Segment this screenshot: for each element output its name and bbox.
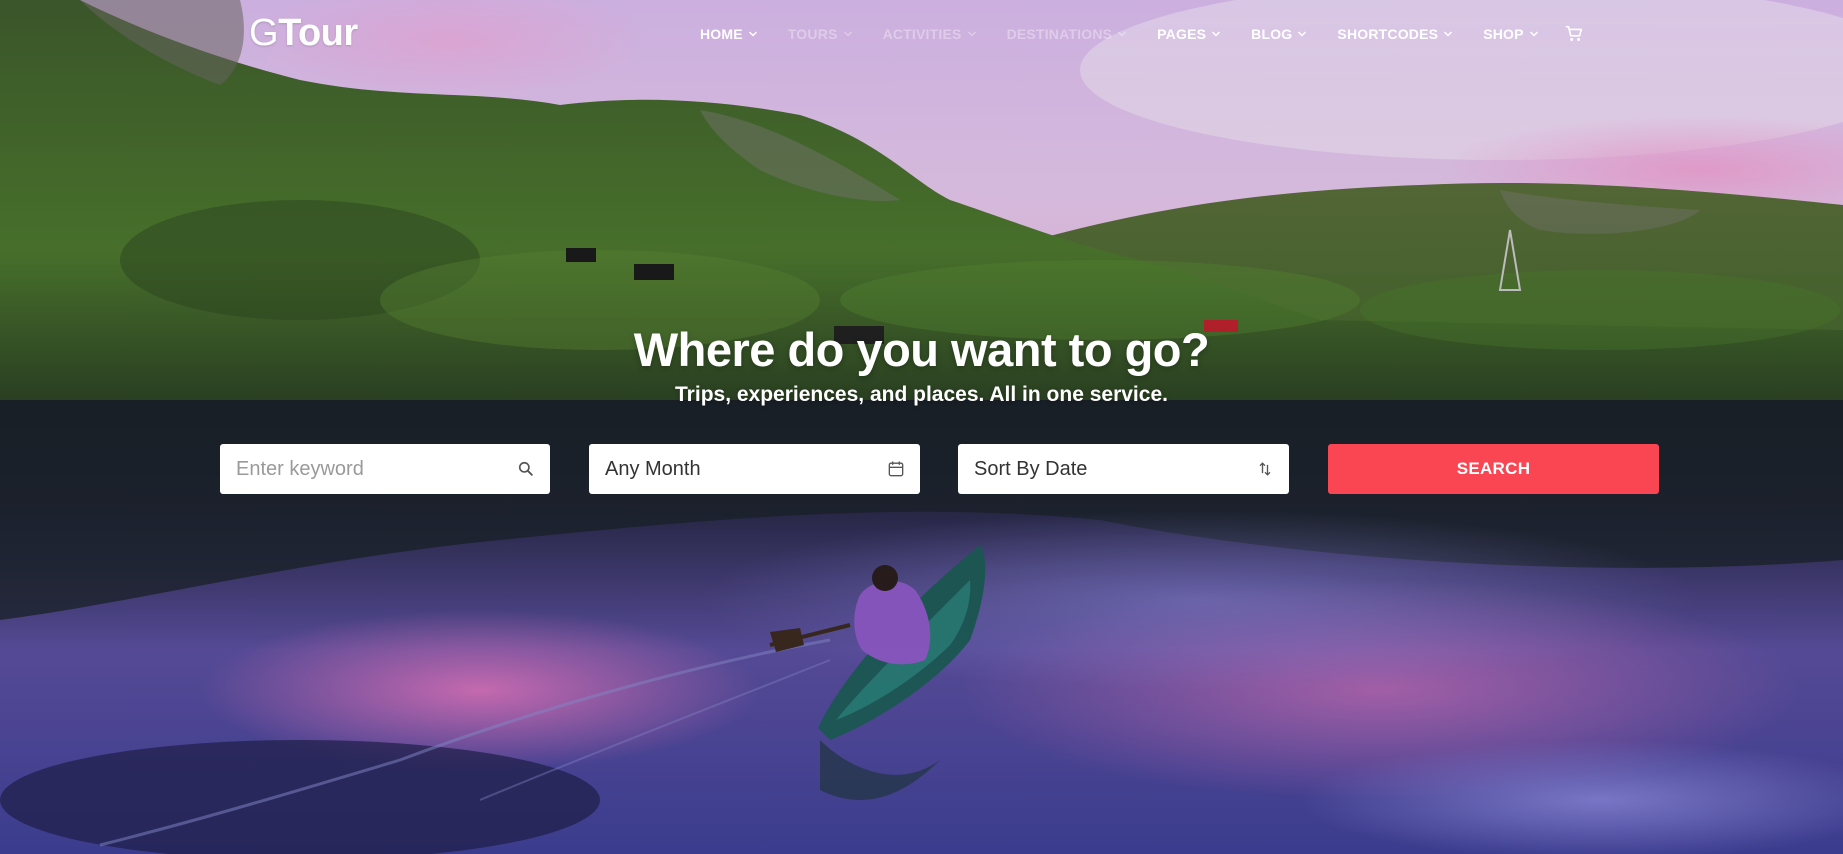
logo-text: Tour	[278, 12, 358, 54]
hero-subline: Trips, experiences, and places. All in o…	[675, 383, 1168, 406]
nav-item-pages[interactable]: PAGES	[1157, 26, 1221, 42]
chevron-down-icon	[748, 31, 757, 37]
logo-letter: G	[249, 12, 279, 54]
nav-item-label: PAGES	[1157, 26, 1207, 42]
nav-item-home[interactable]: HOME	[700, 26, 758, 42]
search-button[interactable]: SEARCH	[1328, 444, 1659, 494]
chevron-down-icon	[1444, 31, 1453, 37]
nav-item-shop[interactable]: SHOP	[1483, 26, 1538, 42]
keyword-field[interactable]	[220, 444, 550, 494]
keyword-input[interactable]	[236, 457, 516, 481]
nav-item-label: ACTIVITIES	[882, 26, 962, 42]
nav-item-label: SHORTCODES	[1337, 26, 1439, 42]
chevron-down-icon	[1118, 31, 1127, 37]
chevron-down-icon	[843, 31, 852, 37]
hero-section: GTour HOME TOURS ACTIVITIES DESTINATIONS PAG…	[0, 0, 1843, 854]
nav-item-destinations[interactable]: DESTINATIONS	[1007, 26, 1128, 42]
main-nav: HOME TOURS ACTIVITIES DESTINATIONS PAGES BLOG…	[700, 24, 1585, 44]
nav-item-activities[interactable]: ACTIVITIES	[883, 26, 977, 42]
sort-icon	[1259, 462, 1271, 476]
site-logo[interactable]: GTour	[249, 12, 358, 54]
nav-item-label: SHOP	[1483, 26, 1524, 42]
month-select-value: Any Month	[605, 457, 701, 480]
nav-item-blog[interactable]: BLOG	[1251, 26, 1307, 42]
month-select[interactable]: Any Month	[589, 444, 920, 494]
cart-icon[interactable]	[1563, 23, 1585, 45]
search-icon[interactable]	[516, 459, 536, 479]
nav-item-label: DESTINATIONS	[1006, 26, 1113, 42]
nav-item-label: BLOG	[1251, 26, 1293, 42]
nav-item-shortcodes[interactable]: SHORTCODES	[1337, 26, 1453, 42]
chevron-down-icon	[967, 31, 976, 37]
chevron-down-icon	[1529, 31, 1538, 37]
nav-item-label: HOME	[700, 26, 743, 42]
sort-select[interactable]: Sort By Date	[958, 444, 1289, 494]
chevron-down-icon	[1298, 31, 1307, 37]
calendar-icon	[888, 461, 904, 477]
nav-item-tours[interactable]: TOURS	[788, 26, 853, 42]
sort-select-value: Sort By Date	[974, 457, 1088, 480]
hero-overlay	[0, 0, 1843, 854]
chevron-down-icon	[1212, 31, 1221, 37]
hero-headline: Where do you want to go?	[633, 323, 1210, 376]
nav-item-label: TOURS	[787, 26, 838, 42]
